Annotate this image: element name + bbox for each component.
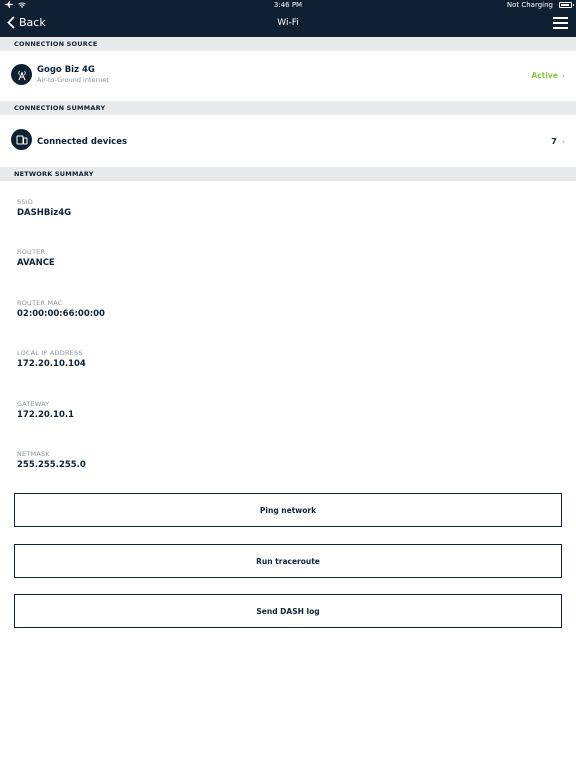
info-value-router: AVANCE <box>17 258 55 268</box>
navigation-bar: Back Wi-Fi <box>0 12 576 37</box>
send-dash-log-button[interactable]: Send DASH log <box>14 594 562 628</box>
connection-source-row[interactable]: Gogo Biz 4G Air-to-Ground internet Activ… <box>0 51 576 101</box>
ping-network-button[interactable]: Ping network <box>14 493 562 527</box>
info-label-ssid: SSID <box>17 198 33 206</box>
devices-icon <box>11 129 32 150</box>
info-label-router-mac: ROUTER MAC <box>17 299 63 307</box>
connected-devices-label: Connected devices <box>37 137 128 147</box>
info-label-gateway: GATEWAY <box>17 400 50 408</box>
connection-source-subtitle: Air-to-Ground internet <box>37 76 109 84</box>
hamburger-menu-icon[interactable] <box>553 17 568 30</box>
info-value-ssid: DASHBiz4G <box>17 208 72 218</box>
page-title: Wi-Fi <box>277 18 299 28</box>
connected-devices-row[interactable]: Connected devices 7 › <box>0 115 576 167</box>
connection-source-name: Gogo Biz 4G <box>37 65 95 75</box>
info-value-netmask: 255.255.255.0 <box>17 460 86 470</box>
status-badge: Active › <box>531 71 565 80</box>
info-label-local-ip: LOCAL IP ADDRESS <box>17 349 83 357</box>
status-time: 3:46 PM <box>273 1 303 9</box>
connection-status: Active <box>531 71 558 80</box>
info-label-router: ROUTER <box>17 248 46 256</box>
info-value-gateway: 172.20.10.1 <box>17 410 75 420</box>
section-header-connection-source: CONNECTION SOURCE <box>0 37 576 51</box>
section-header-network-summary: NETWORK SUMMARY <box>0 167 576 181</box>
charging-status: Not Charging <box>506 1 553 9</box>
run-traceroute-button[interactable]: Run traceroute <box>14 544 562 578</box>
info-value-router-mac: 02:00:00:66:00:00 <box>17 309 105 319</box>
info-label-netmask: NETMASK <box>17 450 50 458</box>
battery-icon <box>559 2 574 8</box>
device-count-value: 7 <box>551 137 557 146</box>
chevron-right-icon: › <box>561 71 565 80</box>
antenna-tower-icon <box>11 64 32 85</box>
chevron-right-icon: › <box>561 137 565 146</box>
device-count: 7 › <box>551 137 565 146</box>
status-bar: 3:46 PM Not Charging <box>0 0 576 12</box>
info-value-local-ip: 172.20.10.104 <box>17 359 86 369</box>
section-header-connection-summary: CONNECTION SUMMARY <box>0 101 576 115</box>
